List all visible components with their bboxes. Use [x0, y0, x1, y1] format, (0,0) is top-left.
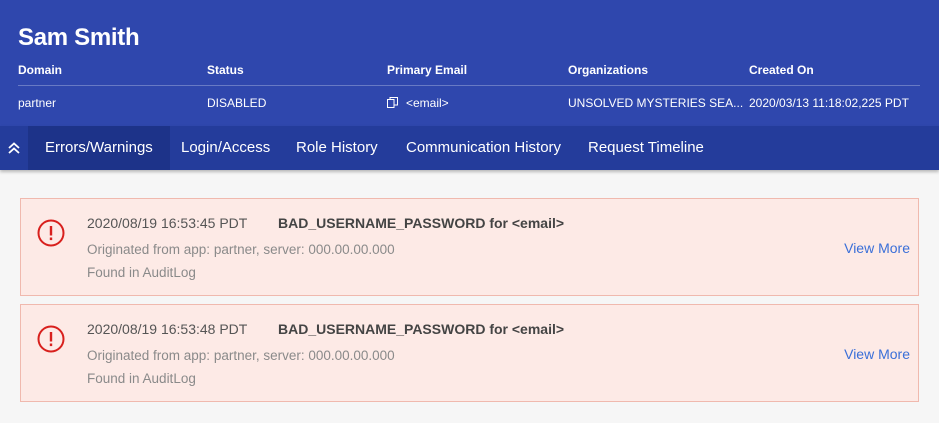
- header-divider: [18, 85, 920, 86]
- event-title: BAD_USERNAME_PASSWORD for <email>: [278, 215, 565, 231]
- created-on-label: Created On: [749, 63, 814, 77]
- user-header: Sam Smith Domain Status Primary Email Or…: [0, 0, 939, 126]
- event-title: BAD_USERNAME_PASSWORD for <email>: [278, 321, 565, 337]
- alert-circle-icon: [37, 325, 65, 353]
- primary-email-text: <email>: [406, 96, 449, 110]
- event-card: 2020/08/19 16:53:48 PDT BAD_USERNAME_PAS…: [20, 304, 919, 402]
- primary-email-label: Primary Email: [387, 63, 468, 77]
- organizations-value: UNSOLVED MYSTERIES SEA...: [568, 96, 744, 110]
- tab-role-history[interactable]: Role History: [296, 126, 378, 170]
- domain-label: Domain: [18, 63, 63, 77]
- double-chevron-up-icon: [8, 142, 20, 154]
- tab-bar: Errors/Warnings Login/Access Role Histor…: [0, 126, 939, 170]
- organizations-label: Organizations: [568, 63, 649, 77]
- event-timestamp: 2020/08/19 16:53:45 PDT: [87, 215, 248, 231]
- status-value: DISABLED: [207, 96, 267, 110]
- tab-login-access[interactable]: Login/Access: [181, 126, 270, 170]
- view-more-link[interactable]: View More: [844, 346, 910, 362]
- event-card: 2020/08/19 16:53:45 PDT BAD_USERNAME_PAS…: [20, 198, 919, 296]
- event-origin: Originated from app: partner, server: 00…: [87, 348, 395, 363]
- event-source: Found in AuditLog: [87, 371, 196, 386]
- user-name: Sam Smith: [18, 24, 140, 51]
- tab-errors-warnings[interactable]: Errors/Warnings: [28, 126, 170, 170]
- event-timestamp: 2020/08/19 16:53:48 PDT: [87, 321, 248, 337]
- view-more-link[interactable]: View More: [844, 240, 910, 256]
- domain-value: partner: [18, 96, 57, 110]
- event-source: Found in AuditLog: [87, 265, 196, 280]
- created-on-value: 2020/03/13 11:18:02,225 PDT: [749, 96, 909, 110]
- tab-request-timeline[interactable]: Request Timeline: [588, 126, 704, 170]
- collapse-button[interactable]: [0, 126, 28, 170]
- tab-communication-history[interactable]: Communication History: [406, 126, 561, 170]
- primary-email-value: <email>: [387, 96, 449, 111]
- event-origin: Originated from app: partner, server: 00…: [87, 242, 395, 257]
- copy-icon[interactable]: [387, 97, 398, 111]
- alert-circle-icon: [37, 219, 65, 247]
- status-label: Status: [207, 63, 244, 77]
